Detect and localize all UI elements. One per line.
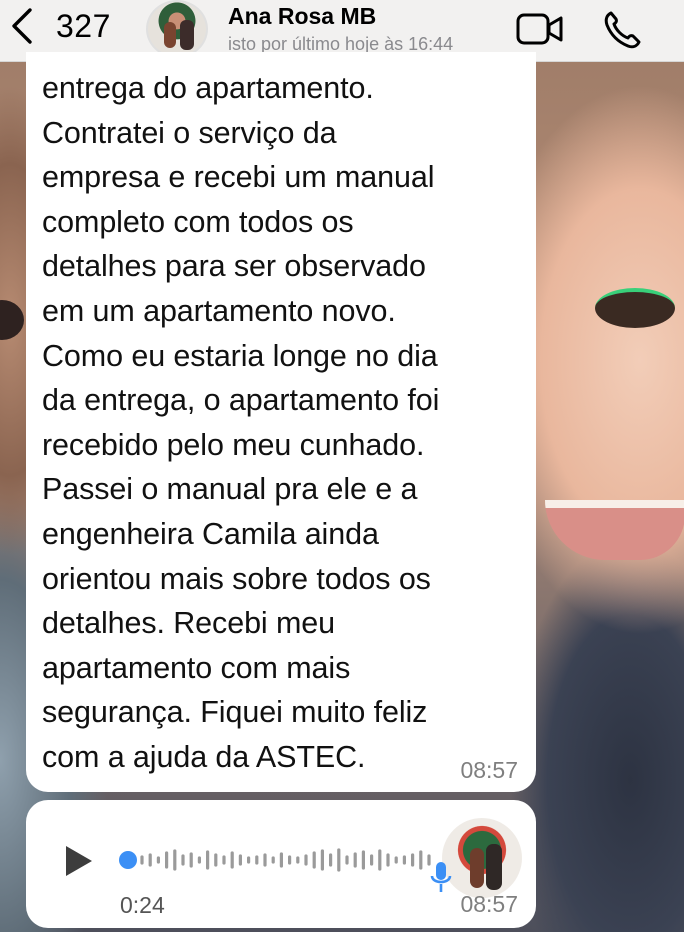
microphone-icon [430, 862, 452, 892]
voice-message-bubble[interactable]: 0:24 08:57 [26, 800, 536, 928]
message-timestamp: 08:57 [460, 757, 518, 783]
voice-duration: 0:24 [120, 892, 165, 918]
playback-scrubber [119, 851, 137, 869]
chevron-left-icon [12, 8, 32, 44]
message-bubble[interactable]: entrega do apartamento. Contratei o serv… [26, 52, 536, 792]
play-icon[interactable] [64, 844, 94, 878]
voice-timestamp: 08:57 [460, 891, 518, 917]
sender-avatar [442, 818, 522, 898]
video-call-icon[interactable] [516, 12, 564, 46]
contact-name[interactable]: Ana Rosa MB [228, 3, 376, 30]
unread-count: 327 [56, 7, 111, 44]
audio-waveform[interactable] [118, 838, 448, 882]
wallpaper-photo-detail [595, 288, 675, 328]
phone-icon[interactable] [602, 9, 642, 49]
back-button[interactable]: 327 [8, 6, 111, 46]
message-text: entrega do apartamento. Contratei o serv… [42, 71, 440, 774]
contact-avatar[interactable] [146, 0, 208, 58]
